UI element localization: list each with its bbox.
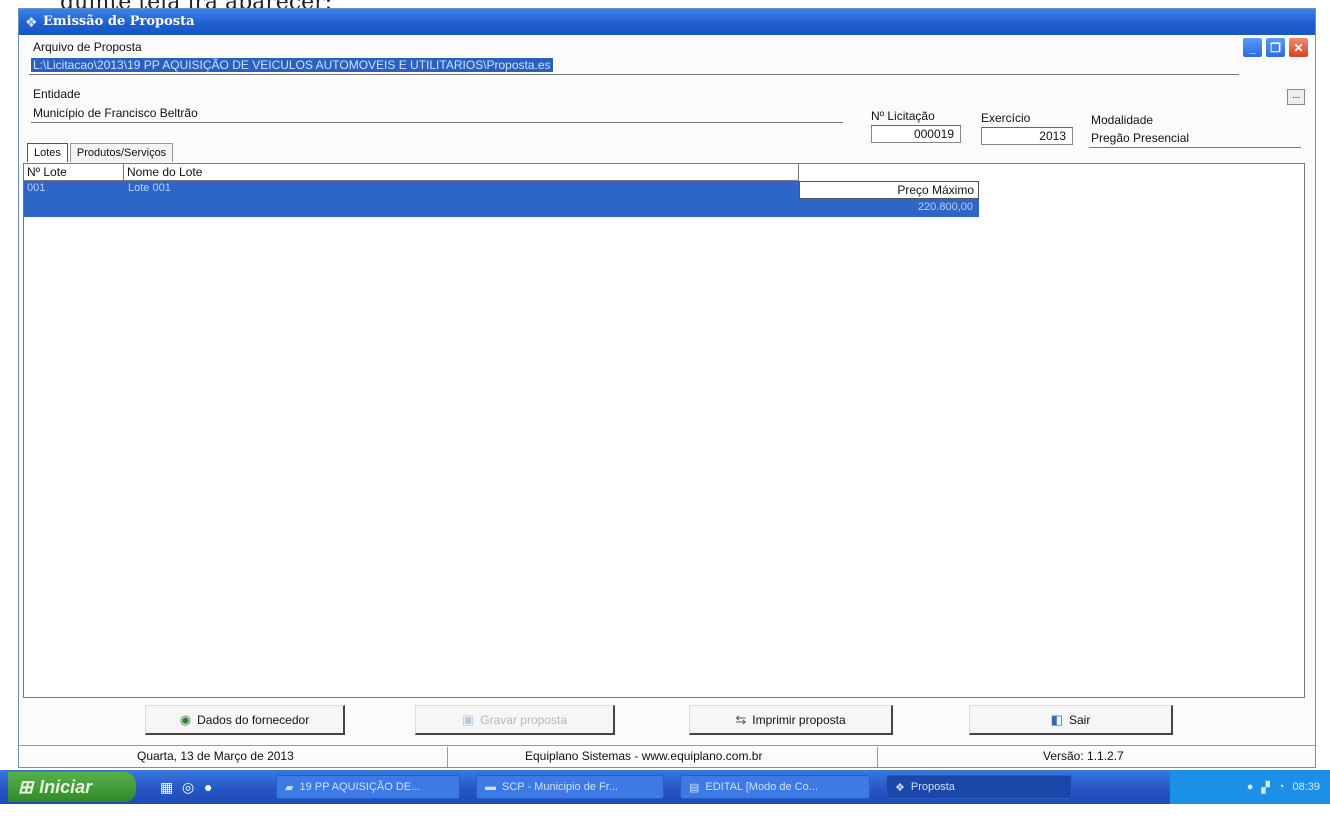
status-divider [877,747,878,767]
modalidade-label: Modalidade [1091,113,1154,127]
taskbar-item-proposta[interactable]: ❖ Proposta [886,775,1072,799]
arquivo-label: Arquivo de Proposta [33,40,142,54]
column-header-preco[interactable]: Preço Máximo [799,181,979,199]
volume-icon[interactable]: ◔ [1278,781,1285,793]
tab-lotes[interactable]: Lotes [27,143,68,162]
status-bar: Quarta, 13 de Março de 2013 Equiplano Si… [19,745,1315,767]
lotes-grid[interactable]: Nº Lote Nome do Lote 001 Lote 001 220.80… [23,163,1305,698]
folder-icon: ▰ [285,781,294,794]
network-icon[interactable]: ▞ [1261,781,1269,794]
desktop-icon[interactable]: ▦ [160,779,173,796]
dados-fornecedor-button[interactable]: ◉ Dados do fornecedor [145,705,345,735]
chrome-icon[interactable]: ● [204,779,212,795]
status-date: Quarta, 13 de Março de 2013 [137,749,294,763]
browser-icon[interactable]: ◎ [182,779,194,796]
window-title: Emissão de Proposta [43,14,195,29]
button-bar: ◉ Dados do fornecedor ▣ Gravar proposta … [19,701,1315,741]
exercicio-label: Exercício [981,111,1031,125]
proposta-icon: ❖ [895,781,905,794]
restore-button[interactable]: ❐ [1265,37,1286,58]
imprimir-proposta-button[interactable]: ⇆ Imprimir proposta [689,705,893,735]
app-icon: ▬ [485,781,496,793]
cell-preco: 220.800,00 [917,201,973,213]
taskbar-item-edital[interactable]: ▤ EDITAL [Modo de Co... [680,775,870,799]
column-header-nome[interactable]: Nome do Lote [124,164,799,181]
sair-button[interactable]: ◧ Sair [969,705,1173,735]
tab-produtos-servicos[interactable]: Produtos/Serviços [69,143,174,162]
user-icon: ◉ [179,711,192,727]
status-divider [447,747,448,767]
exit-icon: ◧ [1050,711,1063,727]
tab-strip: Lotes Produtos/Serviços [27,143,175,162]
cell-numero: 001 [27,182,46,194]
start-button[interactable]: ⊞ Iniciar [8,772,136,802]
system-tray: ● ▞ ◔ 08:39 [1170,770,1330,804]
gravar-proposta-button[interactable]: ▣ Gravar proposta [415,705,615,735]
cell-nome: Lote 001 [128,182,171,194]
proposta-window: ❖ Emissão de Proposta _ ❐ ✕ Arquivo de P… [18,8,1316,768]
entidade-label: Entidade [33,87,81,101]
clock[interactable]: 08:39 [1292,781,1320,793]
tray-icon[interactable]: ● [1247,781,1254,793]
save-icon: ▣ [461,711,475,727]
licitacao-field[interactable]: 000019 [871,125,961,143]
window-controls: _ ❐ ✕ [1242,37,1309,58]
status-company: Equiplano Sistemas - www.equiplano.com.b… [525,749,763,763]
exercicio-field[interactable]: 2013 [981,127,1073,145]
licitacao-label: Nº Licitação [871,109,935,123]
taskbar-item-scp[interactable]: ▬ SCP - Municipio de Fr... [476,775,664,799]
entidade-field[interactable]: Município de Francisco Beltrão [31,105,843,123]
browse-button[interactable]: ... [1287,89,1305,105]
taskbar-item-folder[interactable]: ▰ 19 PP AQUISIÇÃO DE... [276,775,460,799]
arquivo-field[interactable]: L:\Licitacao\2013\19 PP AQUISIÇÃO DE VEI… [29,57,1239,75]
minimize-button[interactable]: _ [1242,37,1263,58]
word-icon: ▤ [689,781,700,794]
close-button[interactable]: ✕ [1288,37,1309,58]
title-bar[interactable]: ❖ Emissão de Proposta [19,9,1315,35]
column-header-numero[interactable]: Nº Lote [24,164,124,181]
print-icon: ⇆ [735,711,747,727]
status-version: Versão: 1.1.2.7 [1043,749,1124,763]
modalidade-field[interactable]: Pregão Presencial [1089,130,1301,148]
windows-logo-icon: ⊞ [18,776,34,797]
app-icon: ❖ [25,14,38,30]
taskbar: ⊞ Iniciar ▦ ◎ ● ▰ 19 PP AQUISIÇÃO DE... … [0,770,1330,804]
